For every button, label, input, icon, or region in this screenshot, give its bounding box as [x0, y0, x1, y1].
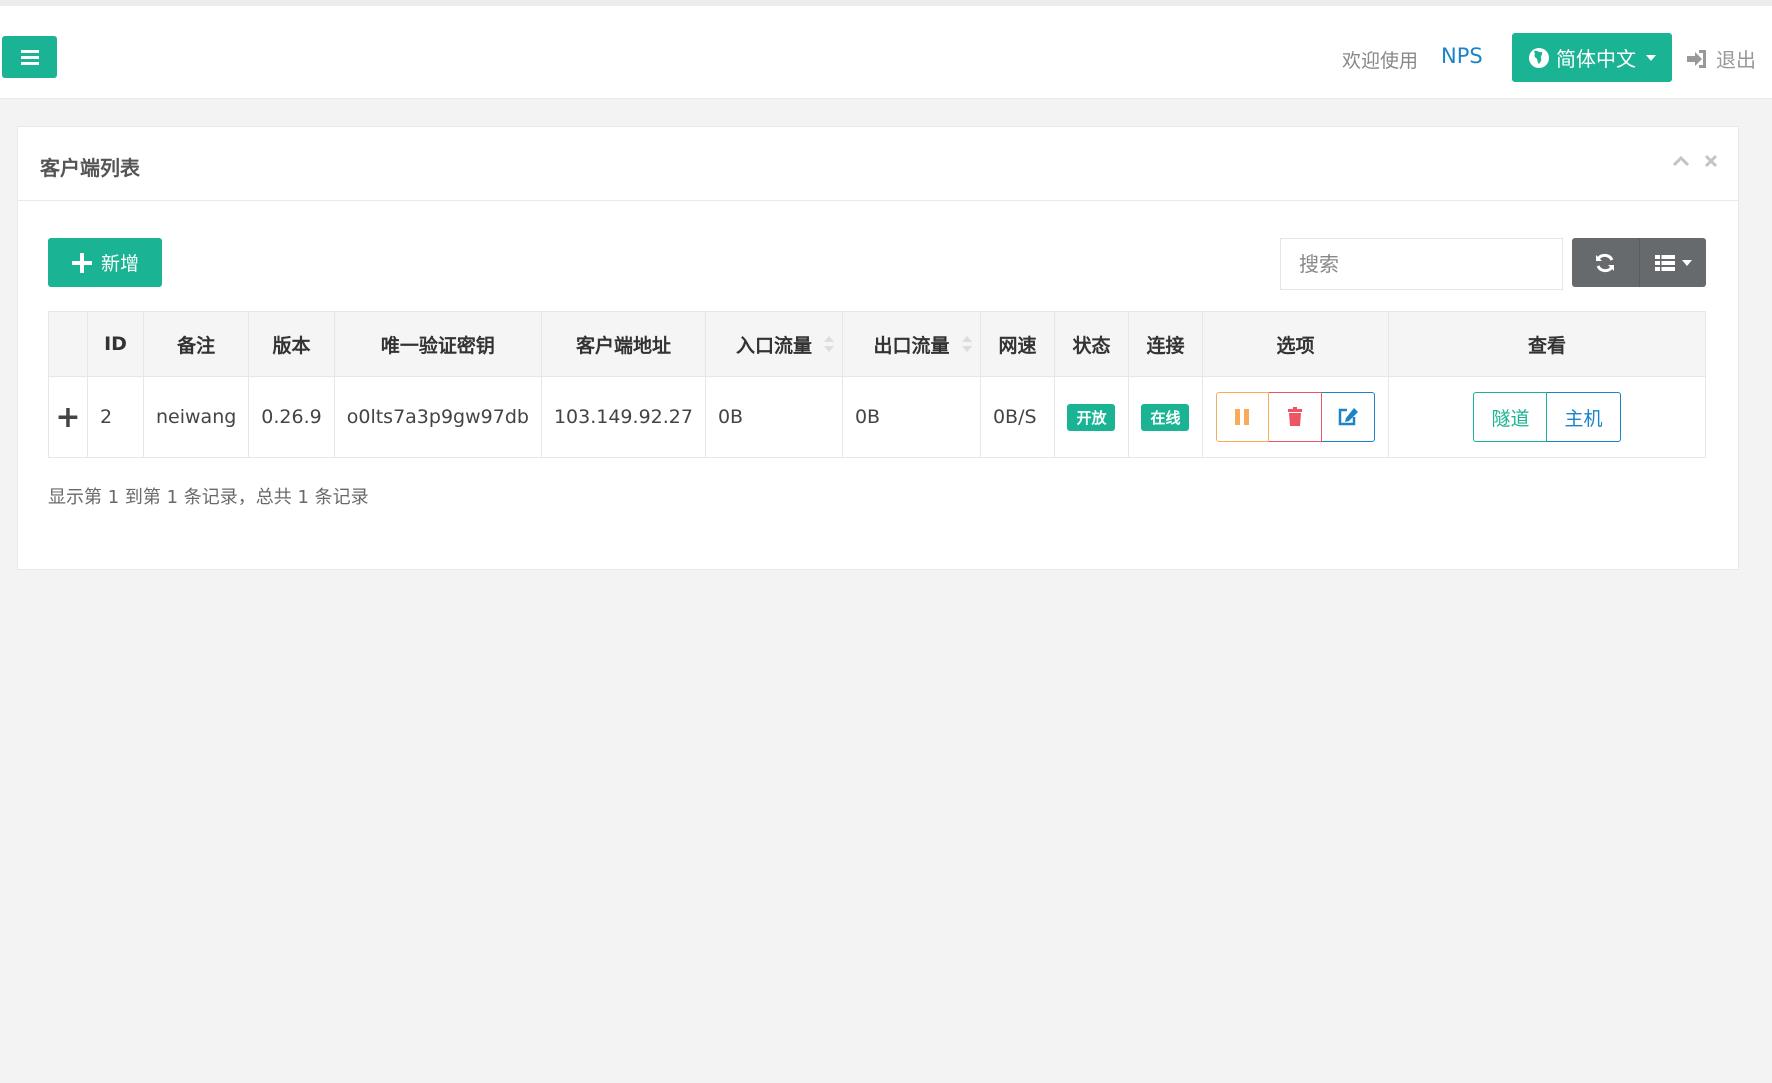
cell-key: o0lts7a3p9gw97db [333, 376, 542, 458]
expand-row-icon[interactable]: + [48, 376, 88, 458]
view-button-group: 隧道 主机 [1473, 392, 1621, 442]
sign-in-icon [1687, 49, 1706, 68]
column-header-key[interactable]: 唯一验证密钥 [333, 311, 542, 377]
column-header-status[interactable]: 状态 [1053, 311, 1129, 377]
cell-address: 103.149.92.27 [540, 376, 706, 458]
cell-status: 开放 [1053, 376, 1129, 458]
cell-options [1201, 376, 1389, 458]
add-client-button[interactable]: 新增 [48, 238, 162, 287]
edit-icon [1338, 408, 1358, 426]
table-toolbar [1572, 238, 1706, 287]
cell-view: 隧道 主机 [1387, 376, 1707, 458]
column-header-options: 选项 [1201, 311, 1389, 377]
panel-tools [1672, 154, 1718, 168]
column-header-address[interactable]: 客户端地址 [540, 311, 706, 377]
cell-in-flow: 0B [704, 376, 843, 458]
cell-connection: 在线 [1127, 376, 1203, 458]
cell-speed: 0B/S [979, 376, 1055, 458]
list-icon [1654, 254, 1675, 271]
cell-out-flow: 0B [841, 376, 981, 458]
logout-button[interactable]: 退出 [1686, 44, 1756, 73]
chevron-up-icon[interactable] [1672, 155, 1690, 167]
column-header-id[interactable]: ID [87, 311, 144, 377]
client-list-panel: 客户端列表 新增 搜索 ID 备注 版本 唯一验证密钥 客户端地址 入口流量 出… [17, 126, 1739, 570]
column-header-remark[interactable]: 备注 [142, 311, 250, 377]
logout-label: 退出 [1716, 48, 1756, 72]
panel-header: 客户端列表 [18, 127, 1738, 201]
client-table: ID 备注 版本 唯一验证密钥 客户端地址 入口流量 出口流量 网速 状态 连接… [48, 311, 1707, 458]
connection-badge: 在线 [1141, 403, 1190, 431]
sort-icon [823, 336, 834, 354]
column-header-connection[interactable]: 连接 [1127, 311, 1203, 377]
column-header-version[interactable]: 版本 [248, 311, 335, 377]
options-button-group [1215, 392, 1375, 442]
column-header-out-flow[interactable]: 出口流量 [841, 311, 981, 377]
globe-icon [1529, 47, 1549, 68]
table-row: + 2 neiwang 0.26.9 o0lts7a3p9gw97db 103.… [48, 376, 1707, 458]
close-icon[interactable] [1704, 154, 1718, 168]
search-input[interactable] [1280, 238, 1563, 290]
panel-title: 客户端列表 [40, 156, 140, 180]
refresh-icon [1596, 253, 1615, 272]
column-header-speed[interactable]: 网速 [979, 311, 1055, 377]
tunnel-button[interactable]: 隧道 [1473, 392, 1548, 442]
edit-button[interactable] [1321, 392, 1375, 442]
plus-icon [71, 252, 92, 273]
cell-version: 0.26.9 [248, 376, 335, 458]
status-badge: 开放 [1067, 403, 1116, 431]
bars-icon [20, 50, 39, 65]
columns-toggle-button[interactable] [1638, 238, 1707, 287]
host-button[interactable]: 主机 [1547, 392, 1621, 442]
sort-icon [961, 336, 972, 354]
top-navbar: 欢迎使用 NPS 简体中文 退出 [0, 6, 1772, 99]
caret-down-icon [1646, 54, 1656, 61]
delete-button[interactable] [1268, 392, 1322, 442]
language-dropdown-button[interactable]: 简体中文 [1512, 33, 1672, 82]
brand-link[interactable]: NPS [1441, 44, 1483, 68]
pagination-info: 显示第 1 到第 1 条记录，总共 1 条记录 [48, 487, 369, 508]
add-button-label: 新增 [100, 253, 139, 275]
trash-icon [1287, 407, 1302, 426]
cell-remark: neiwang [142, 376, 250, 458]
column-header-expand [48, 311, 88, 377]
cell-id: 2 [87, 376, 144, 458]
pause-icon [1235, 409, 1250, 425]
column-header-in-flow[interactable]: 入口流量 [704, 311, 843, 377]
language-label: 简体中文 [1556, 47, 1636, 71]
pause-button[interactable] [1215, 392, 1269, 442]
welcome-text: 欢迎使用 [1342, 50, 1419, 72]
refresh-button[interactable] [1572, 238, 1639, 287]
column-header-view: 查看 [1387, 311, 1707, 377]
table-header-row: ID 备注 版本 唯一验证密钥 客户端地址 入口流量 出口流量 网速 状态 连接… [48, 311, 1707, 377]
caret-down-icon [1681, 259, 1692, 266]
menu-toggle-button[interactable] [2, 36, 57, 78]
